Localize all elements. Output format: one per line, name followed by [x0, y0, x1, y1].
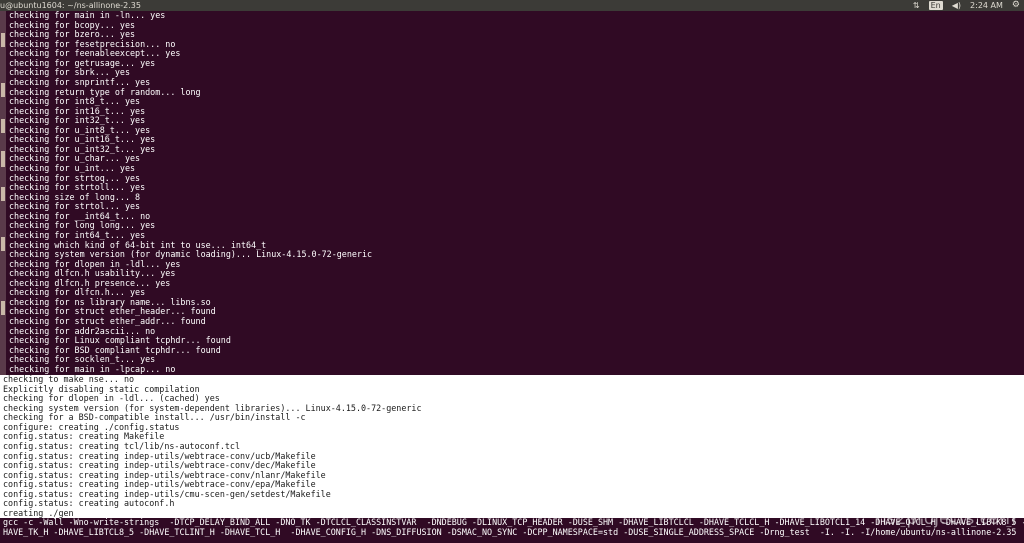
top-menu-bar: u@ubuntu1604: ~/ns-allinone-2.35 ⇅ En ◀)…	[0, 0, 1024, 11]
terminal-output-bottom[interactable]: gcc -c -Wall -Wno-write-strings -DTCP_DE…	[0, 518, 1024, 543]
indicator-area: ⇅ En ◀) 2:24 AM ⚙	[913, 0, 1020, 11]
terminal-line: checking size of long... 8	[9, 191, 141, 202]
volume-icon[interactable]: ◀)	[952, 0, 961, 11]
terminal-line: checking for long long... yes	[9, 220, 156, 231]
terminal-line: checking for getrusage... yes	[9, 57, 156, 68]
launcher-item[interactable]	[1, 83, 5, 97]
launcher-item[interactable]	[1, 33, 5, 47]
terminal-line: checking for int16_t... yes	[9, 105, 146, 116]
clock[interactable]: 2:24 AM	[970, 0, 1003, 11]
launcher-item[interactable]	[1, 237, 5, 251]
terminal-line: HAVE_TK_H -DHAVE_LIBTCL8_5 -DHAVE_TCLINT…	[3, 526, 1017, 537]
terminal-line: checking for u_int32_t... yes	[9, 143, 156, 154]
terminal-line: checking for strtoll... yes	[9, 182, 146, 193]
terminal-line: checking return type of random... long	[9, 86, 201, 97]
terminal-output-selected[interactable]: checking to make nse... no Explicitly dis…	[0, 375, 1024, 518]
terminal-line: creating ./gen	[3, 507, 74, 518]
watermark-text: ns2projects.com	[875, 509, 1016, 529]
terminal-line: checking for main in -ln... yes	[9, 11, 166, 20]
launcher-item[interactable]	[1, 151, 5, 167]
terminal-line: checking for u_int... yes	[9, 163, 136, 173]
launcher-item[interactable]	[1, 301, 5, 315]
terminal-line: checking for BSD compliant tcphdr... fou…	[9, 344, 221, 355]
terminal-line: checking for int8_t... yes	[9, 96, 141, 107]
keyboard-language-indicator[interactable]: En	[928, 1, 943, 10]
terminal-line: checking for sbrk... yes	[9, 67, 131, 78]
terminal-line: checking for int32_t... yes	[9, 115, 146, 126]
terminal-line: checking for u_int16_t... yes	[9, 134, 156, 145]
terminal-line: checking for bcopy... yes	[9, 19, 136, 30]
terminal-line: checking for u_char... yes	[9, 153, 141, 164]
terminal-line: checking for struct ether_addr... found	[9, 316, 206, 326]
network-arrows-icon[interactable]: ⇅	[913, 0, 920, 11]
terminal-line: checking dlfcn.h presence... yes	[9, 277, 171, 288]
terminal-line: checking for __int64_t... no	[9, 210, 151, 221]
window-title: u@ubuntu1604: ~/ns-allinone-2.35	[0, 1, 141, 10]
launcher-item[interactable]	[1, 119, 5, 133]
terminal-line: checking for u_int8_t... yes	[9, 124, 151, 135]
terminal-line: checking for feenableexcept... yes	[9, 48, 181, 59]
terminal-line: config.status: creating autoconf.h	[3, 498, 175, 509]
terminal-line: checking for strtoq... yes	[9, 172, 141, 183]
terminal-line: checking for main in -lpcap... no	[9, 363, 176, 374]
terminal-output-upper[interactable]: checking for main in -ln... yes checking …	[6, 11, 1024, 375]
launcher-item[interactable]	[1, 187, 5, 201]
gear-icon[interactable]: ⚙	[1012, 0, 1020, 11]
terminal-line: checking for strtol... yes	[9, 201, 141, 212]
